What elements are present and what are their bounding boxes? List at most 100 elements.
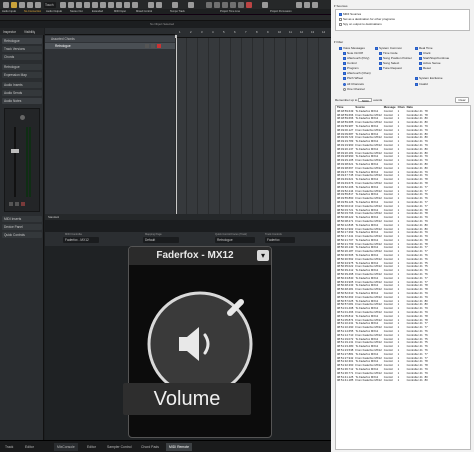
checkbox[interactable]: [343, 71, 346, 75]
source-row[interactable]: MIDI Sources: [339, 12, 361, 16]
stop-icon[interactable]: [230, 2, 236, 8]
tab-midi-remote[interactable]: MIDI Remote: [166, 443, 192, 451]
checkbox[interactable]: [415, 82, 418, 86]
checkbox[interactable]: [379, 51, 382, 55]
pan-knob[interactable]: [20, 115, 25, 120]
source-checkbox[interactable]: [339, 12, 342, 16]
status-item-9[interactable]: Project Percussion: [270, 10, 292, 13]
timeline-ruler[interactable]: 1 2 3 4 5 6 7 8 9 10 11 12 13 14: [175, 28, 331, 38]
checkbox[interactable]: [343, 61, 346, 65]
checkbox[interactable]: [343, 66, 346, 70]
snap-mode-icon[interactable]: [156, 2, 162, 8]
status-item-2[interactable]: Audio Outputs: [46, 10, 62, 13]
checkbox[interactable]: [419, 51, 422, 55]
checkbox[interactable]: [343, 51, 346, 55]
status-item-3[interactable]: Stereo Out: [70, 10, 83, 13]
status-item-0[interactable]: Audio Inputs: [2, 10, 16, 13]
mapping-page-select[interactable]: Default: [143, 237, 179, 243]
filter-item[interactable]: Note On/Off: [343, 51, 363, 55]
source-row[interactable]: Spy on output to destinations: [339, 22, 382, 26]
automation-mode-select[interactable]: Touch: [44, 2, 56, 8]
split-tool-icon[interactable]: [84, 2, 90, 8]
invalid-toggle[interactable]: Invalid: [415, 82, 428, 86]
constrain-delay-icon[interactable]: [11, 2, 17, 8]
section-device-panel[interactable]: Device Panel: [2, 224, 42, 230]
message-log[interactable]: Time Source Message Chan Data 08:48:59.649 To…: [335, 105, 471, 450]
filter-item[interactable]: Reset: [419, 66, 431, 70]
radio[interactable]: [343, 87, 346, 91]
track-record-button[interactable]: [157, 44, 161, 48]
tab-chord-pads[interactable]: Chord Pads: [138, 443, 162, 451]
system-common-toggle[interactable]: System Common: [375, 46, 402, 50]
tab-editor-2[interactable]: Editor: [84, 443, 99, 451]
filter-item[interactable]: Clock: [419, 51, 431, 55]
radio[interactable]: [343, 82, 346, 86]
tab-editor[interactable]: Editor: [22, 443, 37, 451]
table-row[interactable]: 08:51:41.185 From Faderfox MX12 Control 1 Co…: [336, 379, 429, 383]
erase-tool-icon[interactable]: [100, 2, 106, 8]
mute-tool-icon[interactable]: [116, 2, 122, 8]
zoom-tool-icon[interactable]: [108, 2, 114, 8]
metronome-icon[interactable]: [262, 2, 268, 8]
section-midi-inserts[interactable]: MIDI Inserts: [2, 216, 42, 222]
section-instrument[interactable]: Retrologue: [2, 64, 42, 70]
inspector-track-header[interactable]: Retrologue: [2, 38, 42, 44]
draw-tool-icon[interactable]: [124, 2, 130, 8]
filter-item[interactable]: Song Select: [379, 61, 399, 65]
filter-item[interactable]: Song Position Pointer: [379, 56, 412, 60]
source-checkbox[interactable]: [339, 22, 342, 26]
tab-visibility[interactable]: Visibility: [24, 30, 35, 34]
grid-icon[interactable]: [60, 2, 66, 8]
sources-header[interactable]: ▾ Sources: [334, 4, 348, 8]
snap-icon[interactable]: [148, 2, 154, 8]
section-chords[interactable]: Chords: [2, 54, 42, 60]
checkbox[interactable]: [343, 56, 346, 60]
checkbox[interactable]: [419, 61, 422, 65]
track-solo-button[interactable]: [151, 44, 155, 48]
play-tool-icon[interactable]: [132, 2, 138, 8]
play-icon[interactable]: [238, 2, 244, 8]
status-item-7[interactable]: Tempo Track: [170, 10, 185, 13]
checkbox[interactable]: [415, 46, 418, 50]
cycle-icon[interactable]: [222, 2, 228, 8]
redo-icon[interactable]: [27, 2, 33, 8]
track-mute-button[interactable]: [145, 44, 149, 48]
filter-header[interactable]: ▾ Filter: [334, 40, 343, 44]
sysex-toggle[interactable]: System Exclusive: [415, 76, 443, 80]
range-tool-icon[interactable]: [76, 2, 82, 8]
rewind-icon[interactable]: [206, 2, 212, 8]
tab-sampler-control[interactable]: Sampler Control: [104, 443, 135, 451]
all-channels-radio[interactable]: All Channels: [343, 82, 364, 86]
tab-track[interactable]: Track: [2, 443, 16, 451]
filter-item[interactable]: Program: [343, 66, 359, 70]
section-audio-notes[interactable]: Audio Notes: [2, 98, 42, 104]
instrument-track[interactable]: Retrologue: [45, 43, 175, 49]
clear-button[interactable]: Clear: [455, 97, 469, 103]
record-enable-button[interactable]: [21, 202, 25, 206]
checkbox[interactable]: [379, 66, 382, 70]
record-icon[interactable]: [246, 2, 252, 8]
filter-item[interactable]: Aftertouch (Poly): [343, 56, 369, 60]
filter-item[interactable]: Start/Stop/Continue: [419, 56, 449, 60]
status-item-4[interactable]: Extended: [92, 10, 103, 13]
checkbox[interactable]: [375, 46, 378, 50]
solo-button[interactable]: [15, 202, 19, 206]
status-item-6[interactable]: Mixed Control: [136, 10, 152, 13]
source-checkbox[interactable]: [339, 17, 342, 21]
filter-item[interactable]: Active Sense: [419, 61, 441, 65]
filter-item[interactable]: Tune Request: [379, 66, 402, 70]
checkbox[interactable]: [419, 56, 422, 60]
glue-tool-icon[interactable]: [92, 2, 98, 8]
layout-left-icon[interactable]: [296, 2, 302, 8]
checkbox[interactable]: [415, 76, 418, 80]
section-quick-controls[interactable]: Quick Controls: [2, 232, 42, 238]
status-item-8[interactable]: Project Time Line: [220, 10, 240, 13]
quick-control-select[interactable]: Retrologue: [215, 237, 255, 243]
section-expression-map[interactable]: Expression Map: [2, 72, 42, 78]
section-track-versions[interactable]: Track Versions: [2, 46, 42, 52]
status-item-1[interactable]: No Connection: [24, 10, 41, 13]
voice-messages-toggle[interactable]: Voice Messages: [339, 46, 365, 50]
status-item-5[interactable]: MIDI Input: [114, 10, 126, 13]
filter-item[interactable]: Control: [343, 61, 357, 65]
pointer-tool-icon[interactable]: [68, 2, 74, 8]
